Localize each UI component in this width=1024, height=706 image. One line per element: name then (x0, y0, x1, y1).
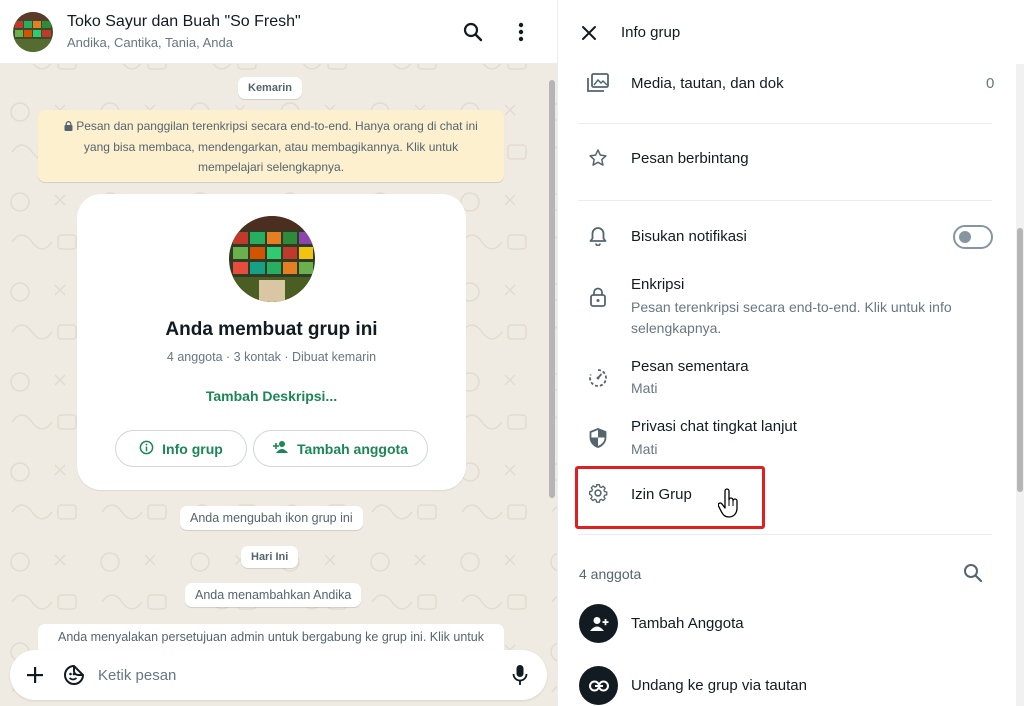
created-card-title: Anda membuat grup ini (165, 319, 378, 340)
group-avatar-large (229, 216, 315, 302)
info-group-button[interactable]: Info grup (115, 430, 247, 467)
shield-icon (586, 426, 610, 450)
info-scrollbar-thumb[interactable] (1017, 228, 1023, 492)
disappearing-row-status: Mati (631, 380, 658, 396)
message-composer (10, 650, 547, 700)
info-title: Info grup (621, 24, 681, 41)
add-description-link[interactable]: Tambah Deskripsi... (77, 388, 466, 404)
add-member-button[interactable]: Tambah anggota (253, 430, 428, 467)
info-icon (139, 440, 154, 458)
info-header: Info grup (558, 0, 1024, 64)
divider (578, 534, 992, 535)
encryption-notice[interactable]: Pesan dan panggilan terenkripsi secara e… (38, 110, 504, 182)
lock-icon (586, 285, 610, 309)
lock-icon (64, 117, 73, 137)
date-chip-today: Hari Ini (241, 546, 299, 568)
chat-title[interactable]: Toko Sayur dan Buah "So Fresh" (67, 13, 301, 31)
media-count: 0 (986, 75, 995, 92)
encryption-row-description: Pesan terenkripsi secara end-to-end. Kli… (631, 299, 952, 336)
media-icon (586, 71, 610, 95)
privacy-row-status: Mati (631, 441, 658, 457)
add-member-button-label: Tambah anggota (297, 440, 408, 457)
group-info-pane: Info grup Media, tautan, dan dok 0 Pesan… (557, 0, 1024, 706)
encryption-notice-text: Pesan dan panggilan terenkripsi secara e… (76, 119, 478, 174)
chat-scrollbar[interactable] (549, 80, 555, 498)
toggle-knob (959, 231, 971, 243)
group-avatar[interactable] (13, 12, 53, 52)
chat-header[interactable]: Toko Sayur dan Buah "So Fresh" Andika, C… (0, 0, 557, 64)
invite-link-row-label: Undang ke grup via tautan (631, 677, 807, 694)
members-count: 4 anggota (579, 566, 642, 582)
group-created-card: Anda membuat grup ini 4 anggota · 3 kont… (77, 194, 466, 490)
chat-members: Andika, Cantika, Tania, Anda (67, 35, 233, 50)
divider (578, 200, 992, 201)
star-icon (586, 146, 610, 170)
mute-row-label: Bisukan notifikasi (631, 228, 747, 245)
privacy-row-label: Privasi chat tingkat lanjut (631, 418, 797, 435)
sticker-icon[interactable] (62, 663, 86, 687)
divider (578, 123, 992, 124)
mute-toggle[interactable] (953, 225, 993, 249)
add-person-icon (273, 440, 289, 457)
hand-cursor-icon (717, 488, 740, 520)
microphone-icon[interactable] (508, 663, 532, 687)
system-message-icon-changed: Anda mengubah ikon grup ini (180, 506, 363, 530)
search-icon[interactable] (461, 20, 485, 44)
add-member-row-label: Tambah Anggota (631, 615, 744, 632)
timer-icon (586, 366, 610, 390)
close-icon[interactable] (577, 21, 601, 45)
member-search-icon[interactable] (961, 561, 985, 585)
plus-icon[interactable] (23, 663, 47, 687)
system-message-added: Anda menambahkan Andika (185, 583, 362, 607)
bell-icon (586, 224, 610, 248)
starred-row-label: Pesan berbintang (631, 150, 749, 167)
info-group-button-label: Info grup (162, 440, 223, 457)
media-row-label: Media, tautan, dan dok (631, 75, 784, 92)
link-icon (579, 666, 618, 705)
date-chip-yesterday: Kemarin (238, 77, 303, 99)
disappearing-row-label: Pesan sementara (631, 358, 749, 375)
message-input[interactable] (98, 662, 488, 688)
encryption-row-label: Enkripsi (631, 276, 685, 293)
chat-pane: Toko Sayur dan Buah "So Fresh" Andika, C… (0, 0, 557, 706)
more-vertical-icon[interactable] (509, 20, 533, 44)
add-person-icon (579, 604, 618, 643)
created-card-meta: 4 anggota · 3 kontak · Dibuat kemarin (166, 350, 377, 364)
